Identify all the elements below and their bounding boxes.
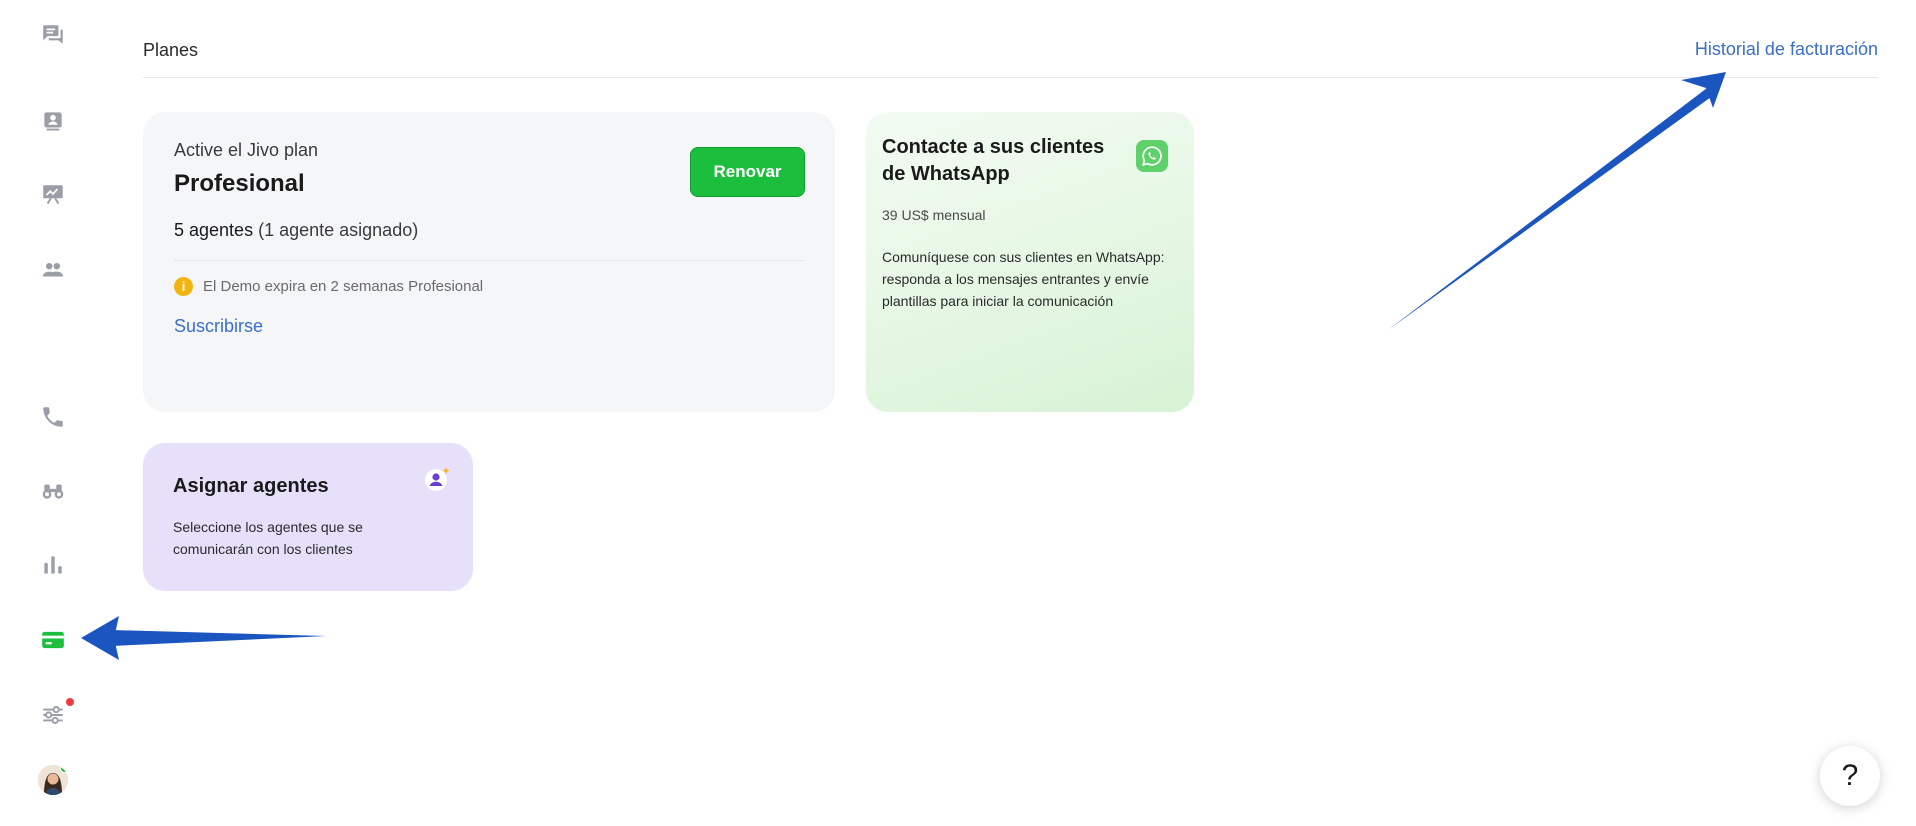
plan-subtitle: Active el Jivo plan [174, 140, 319, 160]
presentation-icon[interactable] [38, 180, 68, 210]
whatsapp-card-title: Contacte a sus clientes de WhatsApp [882, 136, 1105, 185]
settings-sliders-icon[interactable] [38, 698, 74, 730]
whatsapp-icon [1136, 140, 1168, 172]
page-header: Planes Historial de facturación [143, 28, 1878, 78]
team-icon[interactable] [38, 255, 68, 285]
contacts-icon[interactable] [38, 106, 68, 136]
assign-agents-card[interactable]: Asignar agentes Seleccione los agentes q… [143, 443, 473, 591]
whatsapp-price: 39 US$ mensual [882, 207, 986, 223]
subscribe-link[interactable]: Suscribirse [174, 316, 263, 337]
page-title: Planes [143, 40, 199, 60]
sidebar [0, 0, 106, 826]
billing-history-link[interactable]: Historial de facturación [1695, 39, 1878, 60]
whatsapp-card[interactable]: Contacte a sus clientes de WhatsApp 39 U… [866, 112, 1194, 412]
add-agent-icon [423, 465, 451, 493]
agents-summary: 5 agentes (1 agente asignado) [174, 220, 418, 241]
agents-count: 5 agentes [174, 220, 254, 240]
plan-name: Profesional [174, 170, 305, 197]
agents-assigned: (1 agente asignado) [258, 220, 419, 240]
notification-badge [66, 698, 74, 706]
demo-expiry-notice: i El Demo expira en 2 semanas Profesiona… [174, 277, 483, 296]
assign-agents-description: Seleccione los agentes que se comunicará… [173, 519, 363, 557]
help-button[interactable]: ? [1820, 746, 1880, 806]
phone-icon[interactable] [38, 402, 68, 432]
stats-icon[interactable] [38, 550, 68, 580]
plan-card: Active el Jivo plan Profesional Renovar … [143, 112, 835, 412]
assign-agents-title: Asignar agentes [173, 475, 329, 497]
chats-icon[interactable] [38, 20, 68, 50]
whatsapp-description: Comuníquese con sus clientes en WhatsApp… [882, 249, 1165, 309]
online-status-dot [60, 765, 68, 773]
demo-expiry-text: El Demo expira en 2 semanas Profesional [203, 278, 484, 295]
info-icon: i [174, 277, 193, 296]
binoculars-icon[interactable] [38, 476, 68, 506]
divider [174, 260, 805, 261]
annotation-arrow-billing [1388, 72, 1726, 330]
annotation-arrow-billing-card [81, 616, 326, 660]
renew-button[interactable]: Renovar [690, 147, 805, 197]
avatar[interactable] [38, 765, 68, 795]
billing-card-icon[interactable] [38, 625, 68, 655]
